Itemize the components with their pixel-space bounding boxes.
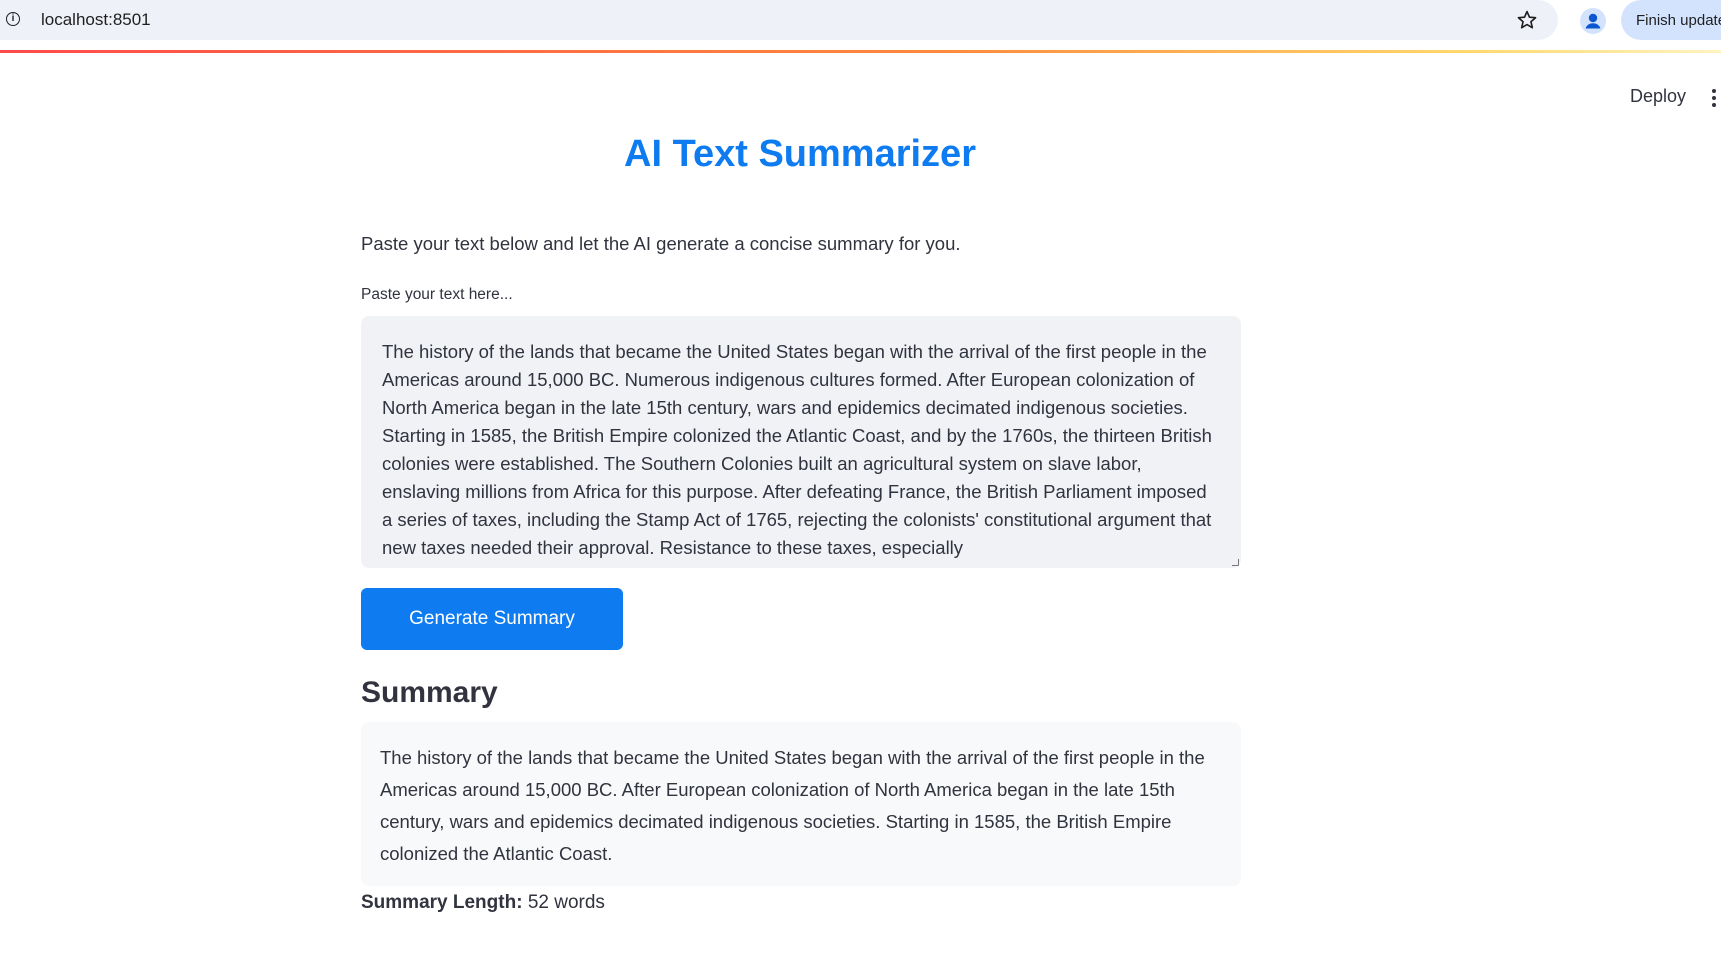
generate-summary-button[interactable]: Generate Summary bbox=[361, 588, 623, 650]
profile-icon[interactable] bbox=[1580, 8, 1606, 34]
text-input-area[interactable]: The history of the lands that became the… bbox=[361, 316, 1241, 568]
summary-text: The history of the lands that became the… bbox=[380, 747, 1205, 864]
url-text[interactable]: localhost:8501 bbox=[41, 10, 151, 30]
summary-length-value: 52 words bbox=[527, 892, 605, 913]
text-input-value[interactable]: The history of the lands that became the… bbox=[382, 338, 1221, 562]
page-title: AI Text Summarizer bbox=[624, 133, 976, 175]
summary-length-label: Summary Length: bbox=[361, 892, 523, 913]
resize-handle[interactable] bbox=[1232, 559, 1239, 566]
browser-chrome: i localhost:8501 Finish update bbox=[0, 0, 1721, 48]
intro-text: Paste your text below and let the AI gen… bbox=[361, 233, 961, 254]
info-icon[interactable]: i bbox=[6, 12, 20, 26]
text-input-label: Paste your text here... bbox=[361, 286, 513, 303]
summary-output-box: The history of the lands that became the… bbox=[361, 722, 1241, 886]
finish-update-button[interactable]: Finish update bbox=[1621, 0, 1721, 40]
summary-heading: Summary bbox=[361, 676, 498, 709]
deploy-button[interactable]: Deploy bbox=[1630, 86, 1686, 107]
summary-length: Summary Length: 52 words bbox=[361, 892, 605, 914]
kebab-menu-icon[interactable] bbox=[1712, 89, 1716, 109]
address-bar[interactable]: i localhost:8501 bbox=[0, 0, 1558, 40]
loading-gradient-bar bbox=[0, 50, 1721, 53]
star-icon[interactable] bbox=[1516, 9, 1538, 31]
